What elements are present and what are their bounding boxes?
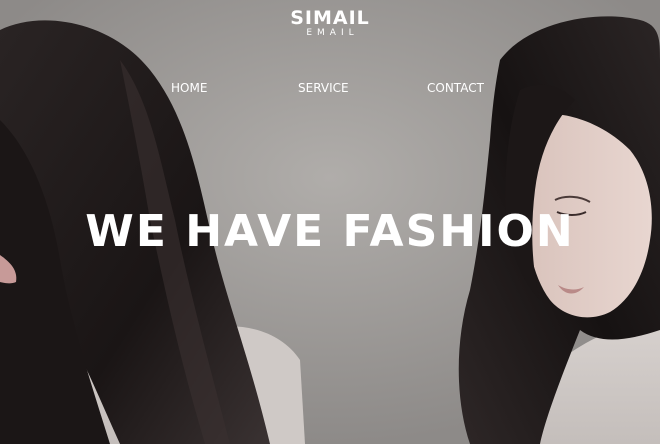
hero-headline: WE HAVE FASHION [85, 206, 575, 257]
hero-section: SIMAIL EMAIL HOME SERVICE CONTACT WE HAV… [0, 0, 660, 444]
logo-title: SIMAIL [290, 7, 370, 29]
nav-service-link[interactable]: SERVICE [298, 80, 349, 96]
nav-contact-link[interactable]: CONTACT [427, 80, 484, 96]
nav-home-link[interactable]: HOME [171, 80, 207, 96]
logo-subtitle: EMAIL [306, 28, 359, 38]
site-logo[interactable]: SIMAIL EMAIL [0, 8, 660, 39]
main-nav: HOME SERVICE CONTACT [0, 80, 660, 98]
